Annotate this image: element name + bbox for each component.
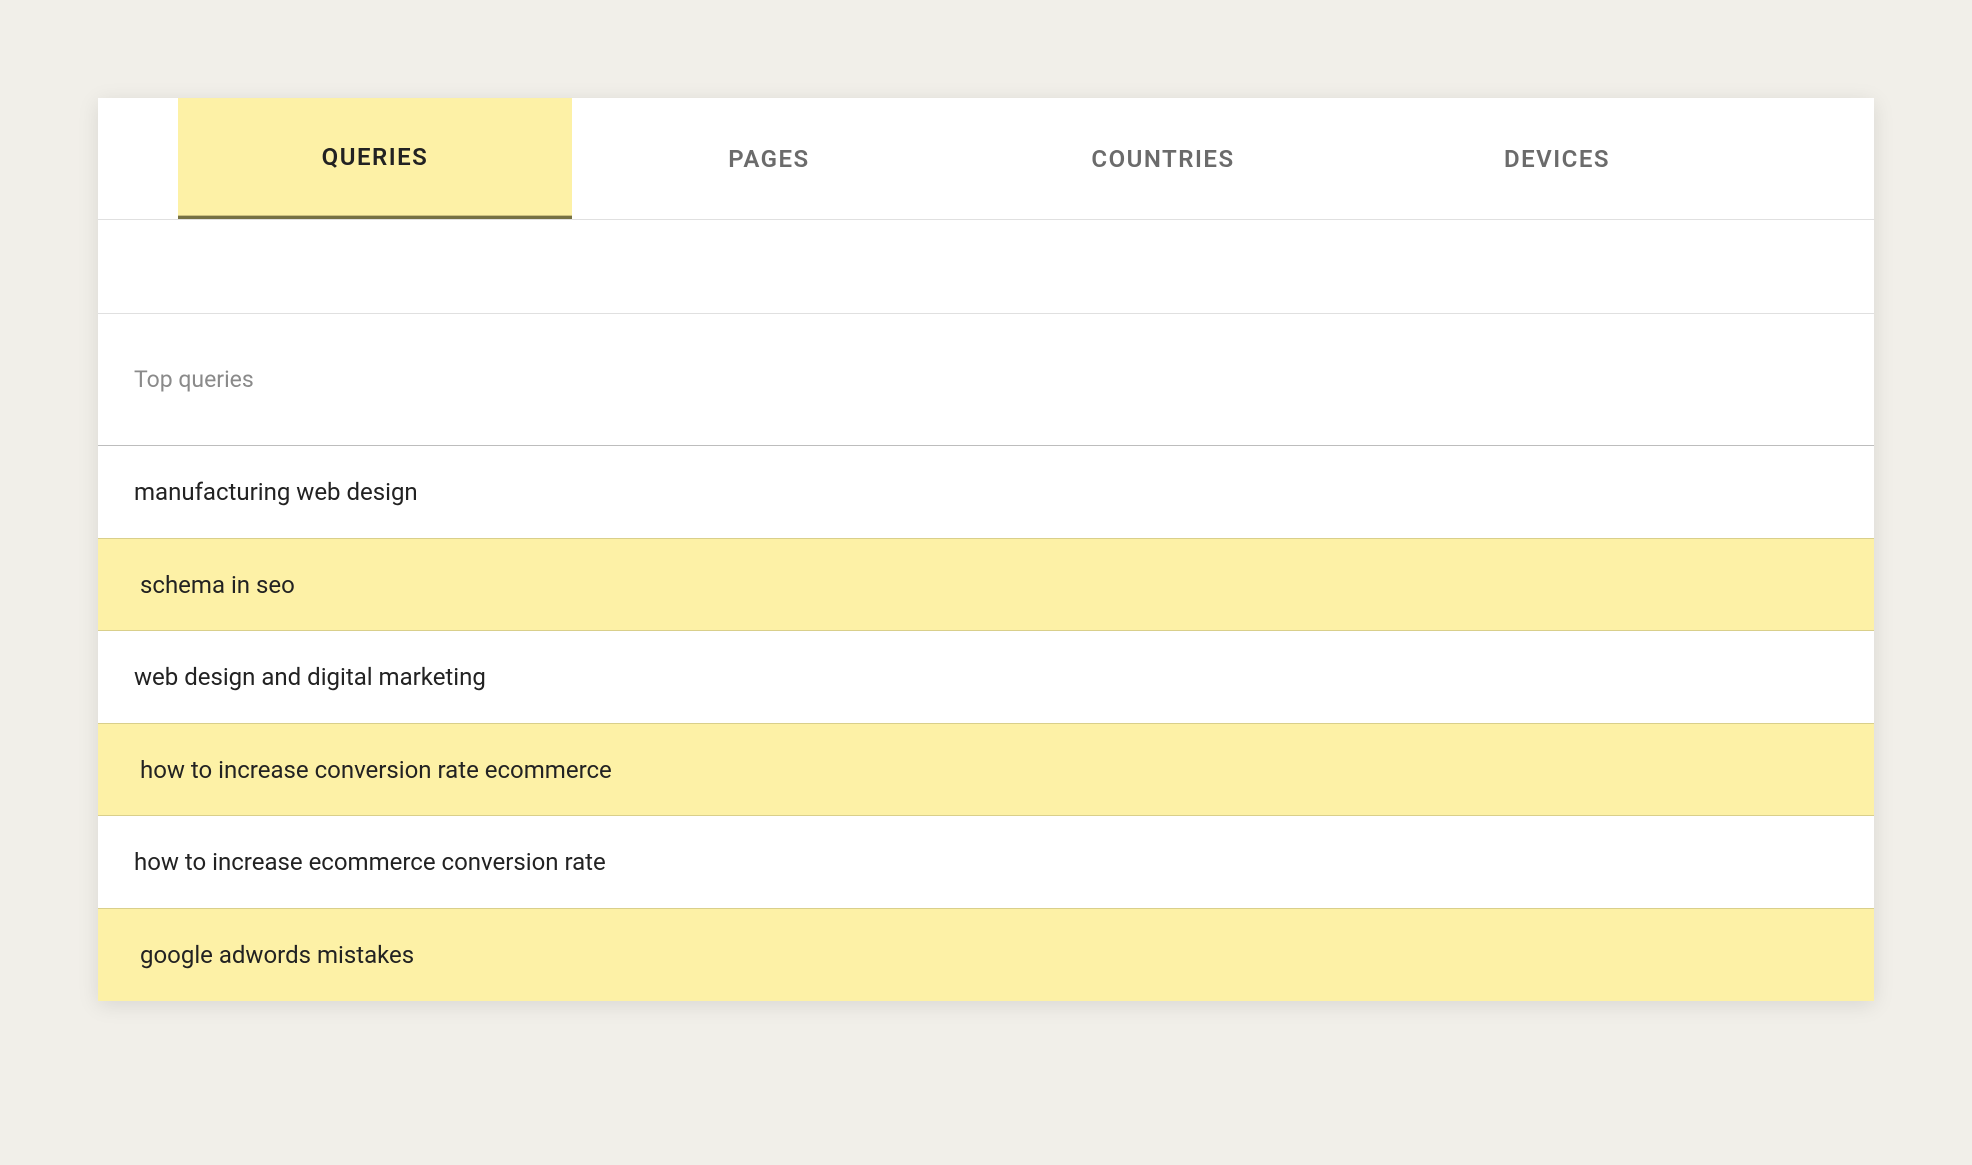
- query-text: schema in seo: [140, 571, 295, 599]
- tab-devices[interactable]: DEVICES: [1360, 98, 1754, 219]
- section-header: Top queries: [98, 314, 1874, 446]
- tab-label: COUNTRIES: [1091, 145, 1234, 173]
- query-text: manufacturing web design: [134, 478, 418, 506]
- tab-queries[interactable]: QUERIES: [178, 98, 572, 219]
- query-row[interactable]: google adwords mistakes: [98, 908, 1874, 1001]
- query-text: web design and digital marketing: [134, 663, 486, 691]
- query-row[interactable]: web design and digital marketing: [98, 631, 1874, 724]
- query-text: how to increase conversion rate ecommerc…: [140, 756, 612, 784]
- query-text: how to increase ecommerce conversion rat…: [134, 848, 606, 876]
- section-title: Top queries: [134, 366, 254, 393]
- query-text: google adwords mistakes: [140, 941, 414, 969]
- tab-label: QUERIES: [322, 143, 429, 171]
- tab-label: PAGES: [728, 145, 809, 173]
- query-row[interactable]: how to increase ecommerce conversion rat…: [98, 816, 1874, 909]
- tab-pages[interactable]: PAGES: [572, 98, 966, 219]
- tab-countries[interactable]: COUNTRIES: [966, 98, 1360, 219]
- query-row[interactable]: schema in seo: [98, 538, 1874, 631]
- spacer-row: [98, 220, 1874, 314]
- tab-label: DEVICES: [1504, 145, 1610, 173]
- tab-bar: QUERIES PAGES COUNTRIES DEVICES: [98, 98, 1874, 220]
- search-console-panel: QUERIES PAGES COUNTRIES DEVICES Top quer…: [98, 98, 1874, 1001]
- query-row[interactable]: how to increase conversion rate ecommerc…: [98, 723, 1874, 816]
- query-row[interactable]: manufacturing web design: [98, 446, 1874, 539]
